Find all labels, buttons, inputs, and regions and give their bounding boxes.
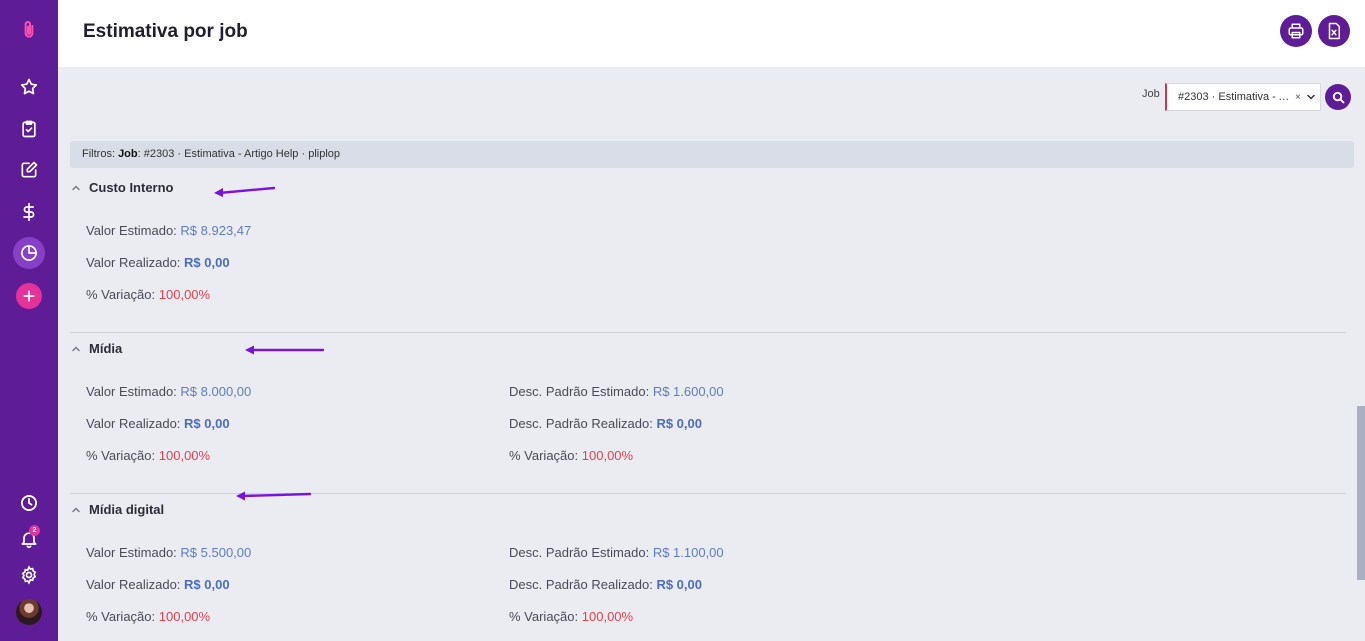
job-filter-label: Job — [1142, 88, 1160, 100]
job-select-value: #2303 · Estimativa - Artigo Help · plipl… — [1178, 91, 1293, 103]
search-icon — [1332, 91, 1344, 103]
clipboard-check-icon[interactable] — [13, 113, 45, 145]
edit-icon[interactable] — [13, 154, 45, 186]
midia-digital-valor-realizado: Valor Realizado: R$ 0,00 — [86, 577, 230, 592]
filters-value: : #2303 · Estimativa - Artigo Help · pli… — [137, 148, 340, 160]
pie-chart-icon[interactable] — [13, 237, 45, 269]
page-title: Estimativa por job — [83, 21, 248, 42]
annotation-arrow — [236, 491, 312, 501]
excel-file-icon — [1328, 22, 1340, 40]
dollar-icon[interactable] — [13, 196, 45, 228]
midia-valor-estimado: Valor Estimado: R$ 8.000,00 — [86, 384, 252, 399]
paperclip-logo-icon[interactable] — [13, 14, 45, 46]
section-header-midia-digital[interactable]: Mídia digital — [70, 502, 164, 517]
gear-icon[interactable] — [13, 559, 45, 591]
section-header-midia[interactable]: Mídia — [70, 341, 122, 356]
section-title: Custo Interno — [89, 180, 174, 195]
chevron-up-icon — [72, 345, 80, 351]
midia-variacao: % Variação: 100,00% — [86, 448, 211, 463]
section-header-custo-interno[interactable]: Custo Interno — [70, 180, 174, 195]
clock-icon[interactable] — [13, 487, 45, 519]
printer-icon — [1288, 23, 1304, 39]
filters-key: Job — [118, 148, 138, 160]
midia-digital-variacao: % Variação: 100,00% — [86, 609, 211, 624]
active-filters-bar: Filtros: Job: #2303 · Estimativa - Artig… — [70, 141, 1354, 168]
scrollbar-thumb[interactable] — [1357, 406, 1365, 580]
custo-interno-variacao: % Variação: 100,00% — [86, 287, 211, 302]
midia-valor-realizado: Valor Realizado: R$ 0,00 — [86, 416, 230, 431]
header: Estimativa por job — [58, 0, 1365, 67]
section-title: Mídia — [89, 341, 123, 356]
search-button[interactable] — [1325, 84, 1351, 110]
chevron-down-icon[interactable] — [1305, 91, 1317, 103]
section-divider — [70, 332, 1346, 333]
midia-digital-desc-padrao-realizado: Desc. Padrão Realizado: R$ 0,00 — [509, 577, 702, 592]
midia-desc-variacao: % Variação: 100,00% — [509, 448, 634, 463]
midia-desc-padrao-realizado: Desc. Padrão Realizado: R$ 0,00 — [509, 416, 702, 431]
avatar[interactable] — [16, 599, 42, 625]
chevron-up-icon — [72, 506, 80, 512]
notification-badge: 2 — [29, 525, 40, 536]
clear-selection-icon[interactable]: × — [1295, 92, 1301, 103]
chevron-up-icon — [72, 184, 80, 190]
annotation-arrow — [214, 186, 276, 197]
job-select[interactable]: #2303 · Estimativa - Artigo Help · plipl… — [1165, 83, 1321, 111]
sidebar: 2 — [0, 0, 58, 641]
print-button[interactable] — [1280, 15, 1312, 47]
midia-digital-desc-variacao: % Variação: 100,00% — [509, 609, 634, 624]
add-button[interactable] — [16, 283, 42, 309]
export-excel-button[interactable] — [1318, 15, 1350, 47]
star-icon[interactable] — [13, 71, 45, 103]
custo-interno-valor-estimado: Valor Estimado: R$ 8.923,47 — [86, 223, 252, 238]
section-title: Mídia digital — [89, 502, 165, 517]
annotation-arrow — [245, 345, 325, 355]
midia-desc-padrao-estimado: Desc. Padrão Estimado: R$ 1.600,00 — [509, 384, 724, 399]
midia-digital-desc-padrao-estimado: Desc. Padrão Estimado: R$ 1.100,00 — [509, 545, 724, 560]
custo-interno-valor-realizado: Valor Realizado: R$ 0,00 — [86, 255, 230, 270]
filters-prefix: Filtros: — [82, 148, 115, 160]
midia-digital-valor-estimado: Valor Estimado: R$ 5.500,00 — [86, 545, 252, 560]
